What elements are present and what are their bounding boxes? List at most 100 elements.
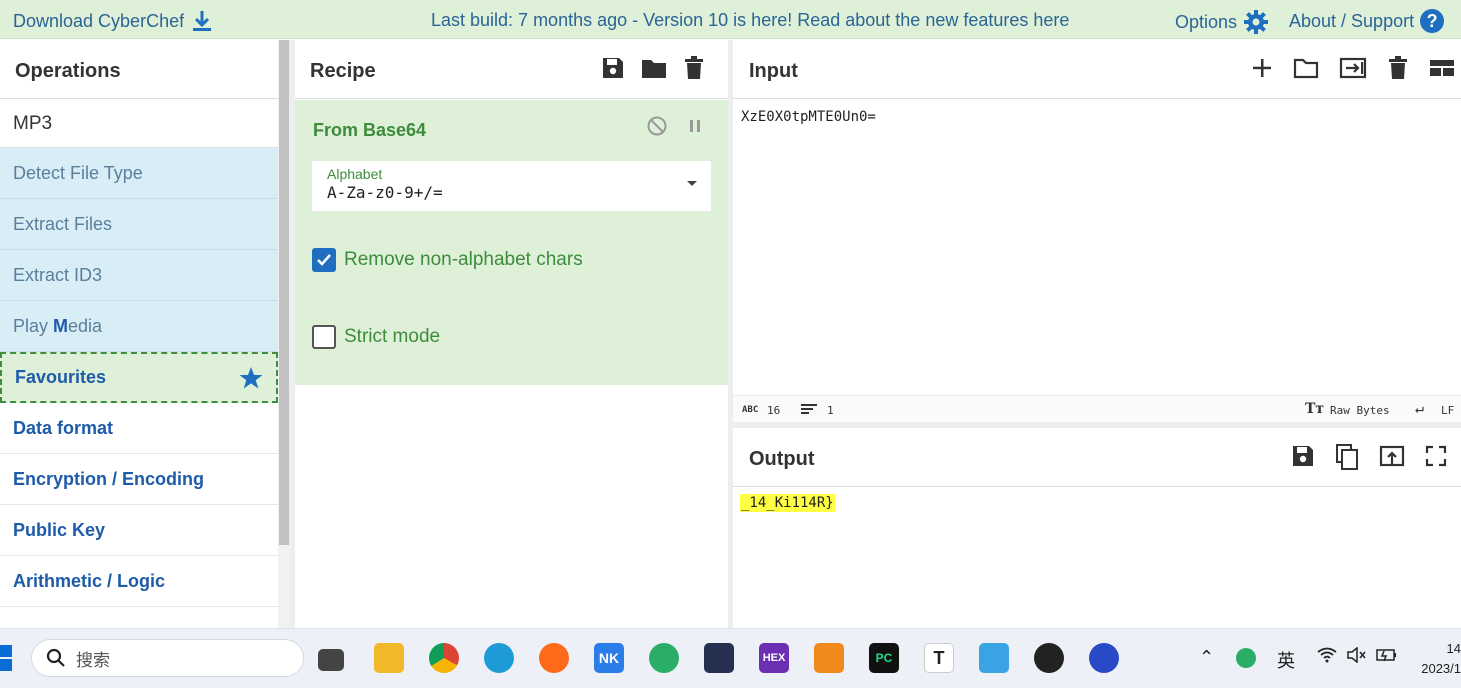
battery-icon[interactable] xyxy=(1376,647,1398,668)
taskbar-clock[interactable]: 14 2023/1 xyxy=(1418,639,1461,679)
typora-icon[interactable]: T xyxy=(924,643,954,673)
search-match-highlight: M xyxy=(53,315,69,336)
alphabet-label: Alphabet xyxy=(327,166,383,182)
category-encryption-encoding[interactable]: Encryption / Encoding xyxy=(0,454,278,505)
gear-icon xyxy=(1243,9,1269,35)
recipe-panel: Recipe From Base64 Alphabet A-Za-z0-9+/=… xyxy=(295,40,728,628)
task-view-icon[interactable] xyxy=(318,649,344,671)
pause-icon[interactable] xyxy=(685,116,705,136)
cat-app-icon[interactable] xyxy=(704,643,734,673)
category-partial[interactable] xyxy=(0,607,278,628)
alphabet-value: A-Za-z0-9+/= xyxy=(327,183,443,202)
about-label: About / Support xyxy=(1289,10,1415,31)
category-label: Favourites xyxy=(15,367,107,387)
scrollbar-thumb[interactable] xyxy=(279,40,289,545)
top-banner: Download CyberChef Last build: 7 months … xyxy=(0,0,1461,39)
font-size-icon: Tт xyxy=(1305,401,1325,417)
nk-app-icon[interactable]: NK xyxy=(594,643,624,673)
category-arithmetic-logic[interactable]: Arithmetic / Logic xyxy=(0,556,278,607)
input-eol[interactable]: LF xyxy=(1441,404,1454,417)
options-label: Options xyxy=(1175,11,1238,32)
notepad-icon[interactable] xyxy=(979,643,1009,673)
checkbox-unchecked[interactable] xyxy=(312,325,336,349)
clock-date: 2023/1 xyxy=(1421,661,1461,676)
clock-time: 14 xyxy=(1446,641,1461,656)
strict-mode-checkbox[interactable]: Strict mode xyxy=(312,325,440,349)
output-toolbar xyxy=(1291,444,1447,470)
input-toolbar xyxy=(1251,56,1455,80)
output-text[interactable]: _14_Ki114R} xyxy=(740,494,835,512)
input-encoding[interactable]: Raw Bytes xyxy=(1330,404,1390,417)
operation-name: From Base64 xyxy=(313,120,427,140)
taskbar: 搜索 NK HEX PC T ⌃ 英 14 2023/1 xyxy=(0,628,1461,688)
replace-input-icon[interactable] xyxy=(1379,444,1405,470)
category-public-key[interactable]: Public Key xyxy=(0,505,278,556)
copy-icon[interactable] xyxy=(1335,444,1359,470)
taskbar-search-placeholder: 搜索 xyxy=(76,650,110,670)
recipe-toolbar xyxy=(601,56,705,80)
lines-icon xyxy=(801,402,817,416)
match-suffix: edia xyxy=(68,315,103,336)
input-textarea[interactable]: XzE0X0tpMTE0Un0= xyxy=(741,109,876,125)
maximise-icon[interactable] xyxy=(1425,444,1447,470)
virtualbox-icon[interactable] xyxy=(814,643,844,673)
operations-scrollbar[interactable] xyxy=(278,40,290,628)
help-icon: ? xyxy=(1420,9,1445,33)
download-link[interactable]: Download CyberChef xyxy=(13,10,212,32)
remove-non-alphabet-checkbox[interactable]: Remove non-alphabet chars xyxy=(312,248,583,272)
wifi-icon[interactable] xyxy=(1317,647,1337,668)
checkbox-checked[interactable] xyxy=(312,248,336,272)
media-player-icon[interactable] xyxy=(1034,643,1064,673)
operations-panel: Operations MP3 Detect File Type Extract … xyxy=(0,40,278,628)
operation-result-play-media[interactable]: Play Media xyxy=(0,301,278,352)
clear-input-icon[interactable] xyxy=(1387,56,1409,80)
star-icon xyxy=(239,366,263,390)
save-icon[interactable] xyxy=(601,56,625,80)
firefox-icon[interactable] xyxy=(539,643,569,673)
volume-muted-icon[interactable] xyxy=(1347,646,1367,668)
disable-icon[interactable] xyxy=(647,116,667,136)
checkbox-label: Strict mode xyxy=(344,326,441,347)
eol-icon: ↵ xyxy=(1415,399,1425,417)
open-folder-icon[interactable] xyxy=(1293,56,1319,80)
category-data-format[interactable]: Data format xyxy=(0,403,278,454)
save-output-icon[interactable] xyxy=(1291,444,1315,470)
taskbar-search-box[interactable]: 搜索 xyxy=(31,639,304,677)
wechat-tray-icon[interactable] xyxy=(1236,648,1256,668)
category-favourites[interactable]: Favourites xyxy=(0,352,278,403)
audacity-icon[interactable] xyxy=(1089,643,1119,673)
search-icon xyxy=(46,648,66,668)
options-link[interactable]: Options xyxy=(1175,9,1269,35)
download-label: Download CyberChef xyxy=(13,10,185,31)
chevron-down-icon xyxy=(687,181,697,186)
layout-icon[interactable] xyxy=(1429,56,1455,80)
input-length: 16 xyxy=(767,404,781,417)
open-file-icon[interactable] xyxy=(1339,56,1367,80)
about-support-link[interactable]: About / Support ? xyxy=(1289,9,1445,33)
checkbox-label: Remove non-alphabet chars xyxy=(344,249,583,270)
version-notice-link[interactable]: Last build: 7 months ago - Version 10 is… xyxy=(431,10,1069,31)
alphabet-select[interactable]: Alphabet A-Za-z0-9+/= xyxy=(312,161,711,211)
pycharm-icon[interactable]: PC xyxy=(869,643,899,673)
output-panel: Output _14_Ki114R} xyxy=(733,428,1461,628)
chrome-icon[interactable] xyxy=(429,643,459,673)
chevron-up-icon[interactable]: ⌃ xyxy=(1199,647,1214,668)
edge-icon[interactable] xyxy=(484,643,514,673)
input-line-count: 1 xyxy=(827,404,834,417)
match-prefix: Play xyxy=(13,315,54,336)
operation-controls xyxy=(647,116,705,136)
operations-search-input[interactable]: MP3 xyxy=(0,99,278,148)
recipe-operation-from-base64[interactable]: From Base64 Alphabet A-Za-z0-9+/= Remove… xyxy=(295,100,728,385)
ime-indicator[interactable]: 英 xyxy=(1277,647,1295,673)
hex-editor-icon[interactable]: HEX xyxy=(759,643,789,673)
abc-icon: ABC xyxy=(742,405,759,415)
trash-icon[interactable] xyxy=(683,56,705,80)
operation-result[interactable]: Extract ID3 xyxy=(0,250,278,301)
folder-icon[interactable] xyxy=(641,56,667,80)
wechat-icon[interactable] xyxy=(649,643,679,673)
file-explorer-icon[interactable] xyxy=(374,643,404,673)
operation-result[interactable]: Extract Files xyxy=(0,199,278,250)
windows-start-icon[interactable] xyxy=(0,645,14,673)
add-tab-icon[interactable] xyxy=(1251,56,1273,80)
operation-result[interactable]: Detect File Type xyxy=(0,148,278,199)
